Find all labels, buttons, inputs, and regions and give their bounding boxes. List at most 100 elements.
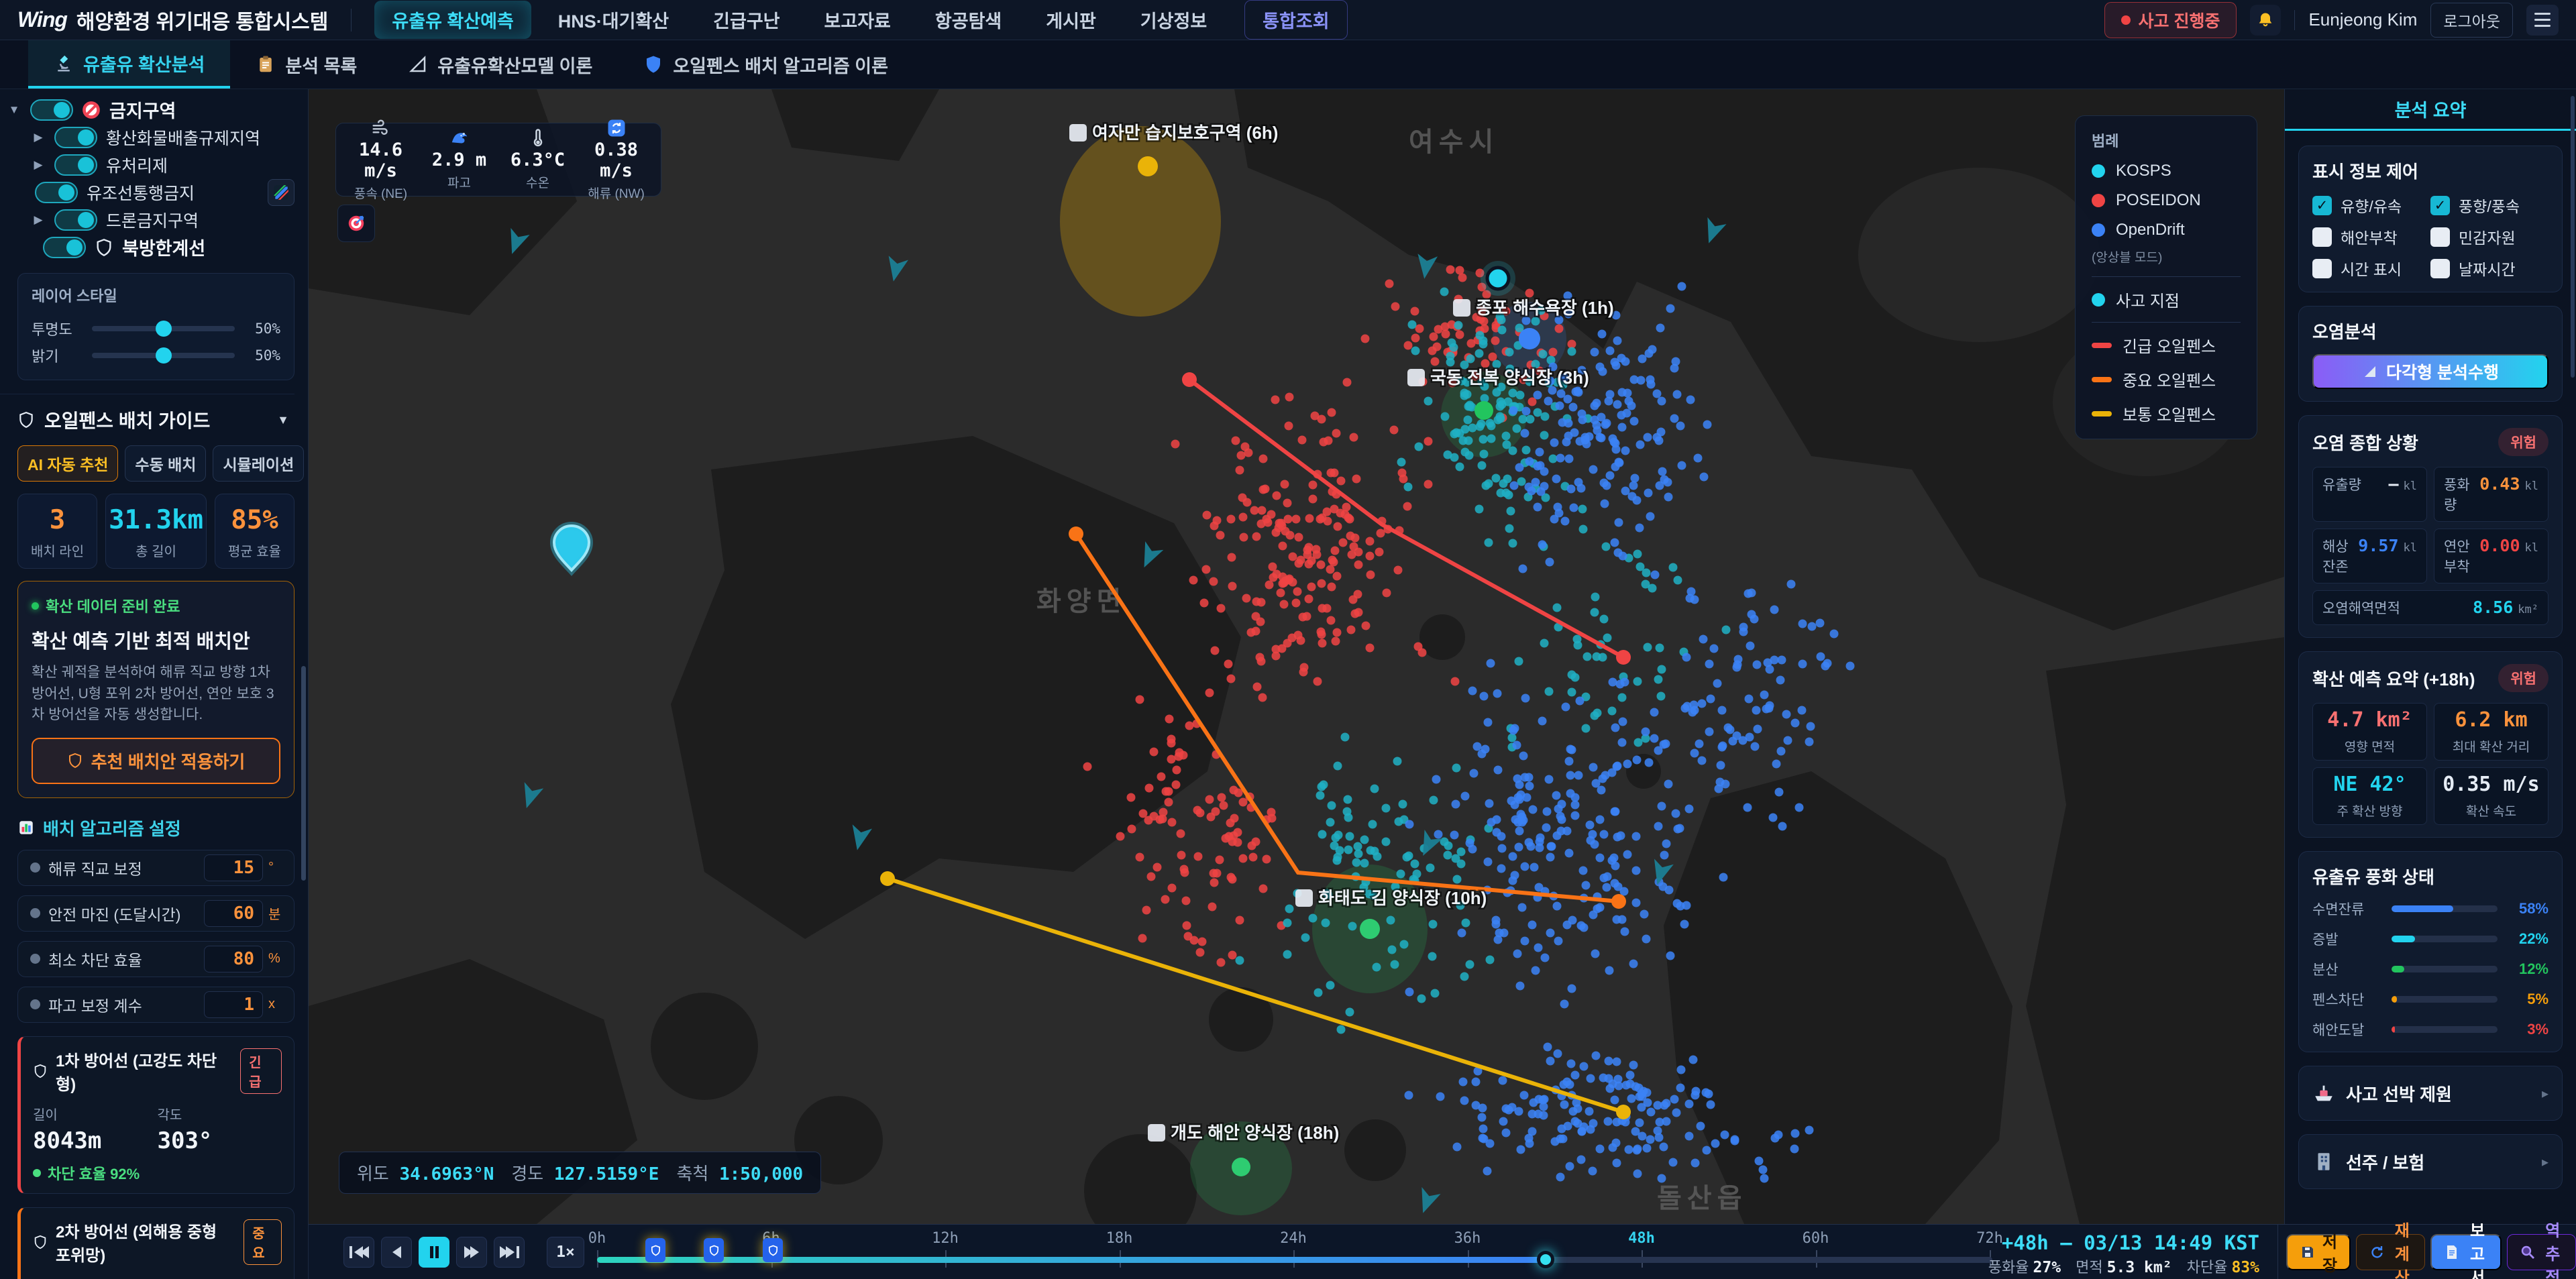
tab-1[interactable]: 분석 목록 bbox=[230, 40, 382, 89]
tab-3[interactable]: 오일펜스 배치 알고리즘 이론 bbox=[618, 40, 914, 89]
vessel-spec-card[interactable]: 사고 선박 제원▸ bbox=[2298, 1066, 2563, 1121]
fence-deploy-marker-0[interactable] bbox=[645, 1238, 665, 1262]
recalculate-button[interactable]: 재계산 bbox=[2356, 1234, 2425, 1270]
logo-mark: Wing bbox=[17, 7, 67, 32]
data-ready-status: 확산 데이터 준비 완료 bbox=[32, 595, 280, 616]
checkbox-unchecked[interactable] bbox=[2430, 259, 2450, 278]
nav-item-2[interactable]: 긴급구난 bbox=[696, 1, 797, 39]
chevron-right-icon[interactable]: ▶ bbox=[31, 158, 46, 172]
layer-toggle-2[interactable] bbox=[54, 154, 97, 176]
tl-stat-1: 면적 5.3 km² bbox=[2076, 1256, 2172, 1277]
center-target-button[interactable] bbox=[337, 205, 375, 242]
fence-mode-1[interactable]: 수동 배치 bbox=[125, 445, 206, 482]
layer-toggle-1[interactable] bbox=[54, 127, 97, 148]
algo-input-3[interactable]: 1 bbox=[204, 991, 263, 1018]
notifications-button[interactable] bbox=[2250, 5, 2281, 36]
nav-item-7[interactable]: 통합조회 bbox=[1244, 0, 1347, 40]
sidebar-scrollbar[interactable] bbox=[301, 666, 306, 881]
fence-deploy-marker-1[interactable] bbox=[704, 1238, 724, 1262]
skip-start-button[interactable] bbox=[343, 1237, 374, 1268]
report-button[interactable]: 보고서 bbox=[2430, 1234, 2501, 1270]
checkbox-checked[interactable]: ✓ bbox=[2312, 196, 2332, 215]
location-pin[interactable] bbox=[554, 526, 589, 570]
site-label-2: 국동 전복 양식장 (3h) bbox=[1430, 368, 1589, 388]
menu-button[interactable] bbox=[2526, 5, 2559, 36]
chevron-right-icon[interactable]: ▸ bbox=[2542, 1154, 2548, 1170]
skip-end-button[interactable] bbox=[494, 1237, 525, 1268]
nav-item-5[interactable]: 게시판 bbox=[1028, 1, 1114, 39]
checkbox-unchecked[interactable] bbox=[2312, 227, 2332, 247]
step-back-button[interactable] bbox=[381, 1237, 412, 1268]
slider-thumb[interactable] bbox=[156, 321, 172, 337]
city-label: 돌산읍 bbox=[1657, 1184, 1747, 1213]
weathering-title: 유출유 풍화 상태 bbox=[2312, 864, 2548, 889]
chevron-right-icon[interactable]: ▶ bbox=[31, 131, 46, 144]
nav-item-0[interactable]: 유출유 확산예측 bbox=[374, 1, 531, 39]
legend-models: KOSPSPOSEIDONOpenDrift bbox=[2092, 162, 2241, 239]
map-legend: 범례 KOSPSPOSEIDONOpenDrift (앙상블 모드) 사고 지점… bbox=[2075, 115, 2257, 439]
nav-item-6[interactable]: 기상정보 bbox=[1123, 1, 1224, 39]
layer-toggle-0[interactable] bbox=[30, 99, 73, 121]
backtrack-button[interactable]: 역추적 bbox=[2507, 1234, 2576, 1270]
chevron-down-icon[interactable]: ▼ bbox=[7, 103, 21, 117]
layer-toggle-4[interactable] bbox=[54, 209, 97, 231]
fence-deploy-marker-2[interactable] bbox=[763, 1238, 783, 1262]
polygon-analysis-button[interactable]: 다각형 분석수행 bbox=[2312, 354, 2548, 389]
fence-mode-2[interactable]: 시뮬레이션 bbox=[213, 445, 304, 482]
current-refresh-icon bbox=[606, 118, 627, 138]
layer-toggle-5[interactable] bbox=[43, 237, 86, 258]
weather-label-2: 수온 bbox=[498, 173, 577, 191]
map-canvas[interactable]: 여수시화양면돌산읍여자만 습지보호구역 (6h)종포 해수욕장 (1h)국동 전… bbox=[309, 89, 2284, 1224]
pause-button[interactable] bbox=[419, 1237, 449, 1268]
checkbox-unchecked[interactable] bbox=[2430, 227, 2450, 247]
display-option-2[interactable]: 해안부착 bbox=[2312, 225, 2430, 248]
display-option-3[interactable]: 민감자원 bbox=[2430, 225, 2548, 248]
tab-0[interactable]: 유출유 확산분석 bbox=[28, 40, 230, 89]
incident-dot-swatch bbox=[2092, 293, 2105, 307]
action-buttons: 저장재계산보고서역추적 bbox=[2286, 1234, 2576, 1270]
display-option-0[interactable]: ✓유향/유속 bbox=[2312, 194, 2430, 217]
apply-recommendation-button[interactable]: 추천 배치안 적용하기 bbox=[32, 738, 280, 784]
algo-input-0[interactable]: 15 bbox=[204, 854, 263, 881]
setting-dot bbox=[30, 954, 40, 964]
algo-input-2[interactable]: 80 bbox=[204, 946, 263, 972]
fast-forward-button[interactable] bbox=[456, 1237, 487, 1268]
chevron-right-icon[interactable]: ▸ bbox=[2542, 1085, 2548, 1102]
chevron-down-icon[interactable]: ▼ bbox=[277, 413, 289, 427]
display-option-1[interactable]: ✓풍향/풍속 bbox=[2430, 194, 2548, 217]
nav-item-1[interactable]: HNS·대기확산 bbox=[541, 1, 686, 39]
layer-style-swatch-button[interactable] bbox=[268, 179, 294, 206]
owner-insurance-card[interactable]: 선주 / 보험▸ bbox=[2298, 1134, 2563, 1189]
slider-thumb[interactable] bbox=[156, 347, 172, 364]
nav-item-4[interactable]: 항공탐색 bbox=[918, 1, 1019, 39]
slider-track-1[interactable] bbox=[92, 353, 235, 358]
priority-badge-2: 중요 bbox=[244, 1219, 282, 1265]
weather-value-2: 6.3°C bbox=[498, 150, 577, 170]
playback-speed-button[interactable]: 1× bbox=[547, 1237, 584, 1268]
algo-input-1[interactable]: 60 bbox=[204, 900, 263, 927]
logout-button[interactable]: 로그아웃 bbox=[2430, 3, 2513, 38]
tab-label-1: 분석 목록 bbox=[285, 52, 357, 78]
display-option-4[interactable]: 시간 표시 bbox=[2312, 257, 2430, 280]
checkbox-unchecked[interactable] bbox=[2312, 259, 2332, 278]
app-root: Wing 해양환경 위기대응 통합시스템 유출유 확산예측HNS·대기확산긴급구… bbox=[0, 0, 2576, 1279]
chevron-right-icon[interactable]: ▶ bbox=[31, 213, 46, 227]
target-icon bbox=[346, 213, 366, 233]
timeline-track[interactable] bbox=[597, 1257, 1992, 1263]
display-option-5[interactable]: 날짜시간 bbox=[2430, 257, 2548, 280]
defense-line-card-2[interactable]: 2차 방어선 (외해용 중형 포위망)중요길이11180m각도303°차단 효율… bbox=[17, 1207, 294, 1279]
oilfence-guide-header[interactable]: 오일펜스 배치 가이드 ▼ bbox=[17, 406, 294, 433]
checkbox-checked[interactable]: ✓ bbox=[2430, 196, 2450, 215]
defense-line-card-1[interactable]: 1차 방어선 (고강도 차단형)긴급길이8043m각도303°차단 효율 92% bbox=[17, 1036, 294, 1194]
timeline-thumb[interactable] bbox=[1537, 1251, 1554, 1268]
nav-item-3[interactable]: 보고자료 bbox=[807, 1, 908, 39]
layer-toggle-3[interactable] bbox=[35, 182, 78, 203]
tab-2[interactable]: 유출유확산모델 이론 bbox=[382, 40, 618, 89]
slider-track-0[interactable] bbox=[92, 326, 235, 331]
shield-icon bbox=[650, 1245, 661, 1256]
panel-scrollbar[interactable] bbox=[2571, 96, 2575, 378]
fence-mode-0[interactable]: AI 자동 추천 bbox=[17, 445, 118, 482]
incident-status-label: 사고 진행중 bbox=[2139, 8, 2220, 32]
tick-24h: 24h bbox=[1280, 1230, 1307, 1247]
save-button[interactable]: 저장 bbox=[2286, 1234, 2351, 1270]
